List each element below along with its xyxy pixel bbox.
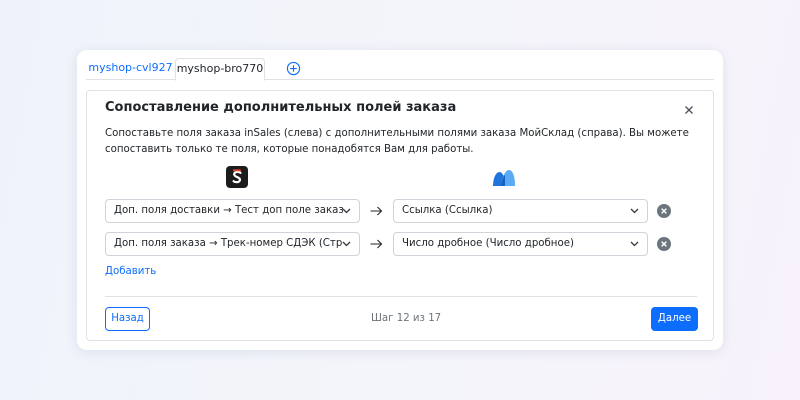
remove-mapping-icon[interactable] [657,237,671,251]
source-field-value-1: Доп. поля доставки → Тест доп поле заказ… [114,205,343,216]
chevron-down-icon [342,241,351,247]
tab-myshop-cvl927[interactable]: myshop-cvl927 [86,58,175,81]
tab-myshop-bro770[interactable]: myshop-bro770 [175,58,265,81]
source-field-select-2[interactable]: Доп. поля заказа → Трек-номер СДЭК (Стро… [105,232,360,256]
chevron-down-icon [630,241,639,247]
modal-description: Сопоставьте поля заказа inSales (слева) … [105,128,689,155]
shop-tabs: myshop-cvl927 myshop-bro770 [86,58,714,81]
moysklad-logo-icon [493,170,515,186]
next-button[interactable]: Далее [651,307,698,331]
target-field-value-1: Ссылка (Ссылка) [402,205,493,216]
arrow-right-icon [370,239,383,249]
close-icon[interactable] [683,104,695,116]
mapping-modal: Сопоставление дополнительных полей заказ… [86,90,714,341]
remove-mapping-icon[interactable] [657,204,671,218]
source-field-value-2: Доп. поля заказа → Трек-номер СДЭК (Стро… [114,238,343,249]
chevron-down-icon [630,208,639,214]
target-field-select-1[interactable]: Ссылка (Ссылка) [393,199,648,223]
app-window: myshop-cvl927 myshop-bro770 Сопоставлени… [77,50,723,350]
chevron-down-icon [342,208,351,214]
step-indicator: Шаг 12 из 17 [371,313,442,324]
target-field-select-2[interactable]: Число дробное (Число дробное) [393,232,648,256]
modal-title: Сопоставление дополнительных полей заказ… [105,100,457,115]
arrow-right-icon [370,206,383,216]
insales-logo-icon [226,166,248,188]
add-mapping-link[interactable]: Добавить [105,266,156,277]
target-field-value-2: Число дробное (Число дробное) [402,238,574,249]
add-tab-icon[interactable] [286,61,301,76]
source-field-select-1[interactable]: Доп. поля доставки → Тест доп поле заказ… [105,199,360,223]
footer-divider [105,296,697,297]
back-button[interactable]: Назад [105,307,150,331]
